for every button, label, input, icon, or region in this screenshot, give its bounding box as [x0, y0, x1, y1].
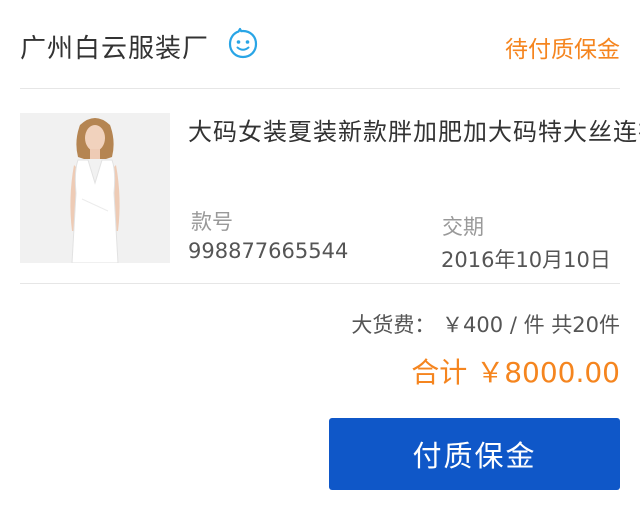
- delivery-date-label: 交期: [442, 215, 484, 239]
- bulk-price-line: 大货费： ￥400 / 件 共20件: [351, 309, 620, 339]
- total-line: 合计 ￥8000.00: [411, 351, 620, 391]
- shop-name[interactable]: 广州白云服装厂: [20, 28, 209, 65]
- delivery-date-value: 2016年10月10日: [441, 248, 611, 272]
- shop-header: 广州白云服装厂 待付质保金: [0, 0, 640, 90]
- divider: [20, 88, 620, 89]
- unit-label: / 件: [509, 313, 545, 337]
- unit-price: ￥400: [442, 313, 504, 337]
- product-image[interactable]: [20, 113, 170, 263]
- divider: [20, 283, 620, 284]
- bulk-price-label: 大货费：: [351, 313, 436, 337]
- total-label: 合计: [411, 356, 468, 389]
- product-title[interactable]: 大码女装夏装新款胖加肥加大码特大丝连衣裙: [188, 112, 640, 147]
- smiley-chat-icon[interactable]: [226, 27, 260, 61]
- style-number-value: 998877665544: [188, 239, 349, 263]
- total-amount: ￥8000.00: [476, 356, 620, 389]
- style-number-label: 款号: [191, 210, 233, 234]
- pay-deposit-button[interactable]: 付质保金: [329, 418, 620, 490]
- order-status: 待付质保金: [505, 37, 620, 63]
- quantity: 共20件: [551, 313, 620, 337]
